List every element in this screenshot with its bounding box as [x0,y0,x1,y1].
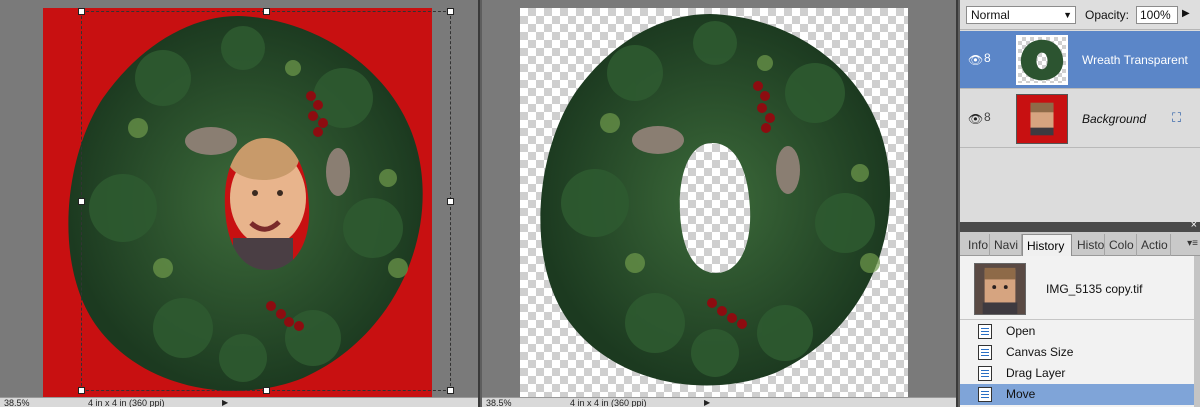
chevron-down-icon: ▼ [1063,10,1072,20]
history-item-open[interactable]: Open [960,321,1194,342]
panel-menu-icon[interactable]: ▾≡ [1187,238,1198,249]
opacity-input[interactable]: 100% [1136,6,1178,24]
status-menu-arrow-icon[interactable]: ▶ [222,398,228,407]
opacity-slider-arrow-icon[interactable]: ▶ [1182,8,1190,19]
transform-handle[interactable] [447,198,454,205]
link-icon[interactable]: 8 [984,110,991,124]
history-scrollbar[interactable] [1194,256,1200,407]
blend-mode-dropdown[interactable]: Normal ▼ [966,6,1076,24]
zoom-level[interactable]: 38.5% [486,398,512,407]
document-status-bar: 38.5% 4 in x 4 in (360 ppi) ▶ [482,397,956,407]
layers-panel-options: Normal ▼ Opacity: 100% ▶ [960,0,1200,30]
tab-color[interactable]: Colo [1105,234,1137,256]
tab-actions[interactable]: Actio [1137,234,1171,256]
document-status-bar: 38.5% 4 in x 4 in (360 ppi) ▶ [0,397,478,407]
canvas-transparent[interactable] [520,8,908,397]
tab-histogram[interactable]: Histo [1073,234,1105,256]
layers-panel-empty-area [960,150,1200,222]
tab-history[interactable]: History [1022,234,1072,256]
history-item-label: Canvas Size [1006,345,1074,359]
transform-handle[interactable] [447,8,454,15]
blend-mode-value: Normal [971,8,1010,22]
document-window-composite[interactable]: 38.5% 4 in x 4 in (360 ppi) ▶ [0,0,480,407]
eye-icon[interactable]: 👁 [968,112,983,126]
lock-icon[interactable]: ⛶ [1172,110,1181,126]
tab-info[interactable]: Info [964,234,990,256]
layer-wreath-transparent[interactable]: 👁 8 Wreath Transparent [960,31,1200,89]
history-item-drag-layer[interactable]: Drag Layer [960,363,1194,384]
history-state-icon [978,366,992,381]
close-icon[interactable]: × [1191,219,1197,231]
move-tool-icon [978,387,992,402]
history-state-icon [978,345,992,360]
history-item-label: Drag Layer [1006,366,1066,380]
panel-tabs: Info Navi History Histo Colo Actio ▾≡ [960,232,1200,256]
history-item-label: Move [1006,387,1036,401]
transform-handle[interactable] [447,387,454,394]
opacity-label: Opacity: [1085,8,1130,22]
layer-name: Background [1082,112,1147,126]
layer-thumbnail [1016,94,1068,144]
panel-header-bar[interactable]: × [960,219,1200,232]
editor-workspace: 38.5% 4 in x 4 in (360 ppi) ▶ 38.5% 4 in… [0,0,1200,407]
history-item-move[interactable]: Move [960,384,1194,405]
history-snapshot[interactable]: IMG_5135 copy.tif [960,256,1194,320]
wreath-transparent-image [540,14,891,386]
zoom-level[interactable]: 38.5% [4,398,30,407]
snapshot-thumbnail [974,263,1026,315]
link-icon[interactable]: 8 [984,51,991,65]
snapshot-name: IMG_5135 copy.tif [1046,282,1143,296]
document-window-transparent[interactable]: 38.5% 4 in x 4 in (360 ppi) ▶ [482,0,958,407]
history-state-icon [978,324,992,339]
layer-thumbnail [1016,35,1068,85]
layer-background[interactable]: 👁 8 Background ⛶ [960,90,1200,148]
layer-name: Wreath Transparent [1082,53,1188,67]
tab-navigator[interactable]: Navi [990,234,1022,256]
eye-icon[interactable]: 👁 [968,53,983,67]
history-item-canvas-size[interactable]: Canvas Size [960,342,1194,363]
history-item-label: Open [1006,324,1036,338]
document-dimensions: 4 in x 4 in (360 ppi) [570,398,647,407]
status-menu-arrow-icon[interactable]: ▶ [704,398,710,407]
wreath-with-child-image [68,16,423,391]
canvas-composite[interactable] [43,8,454,397]
history-list: IMG_5135 copy.tif Open Canvas Size Drag … [960,256,1194,407]
document-dimensions: 4 in x 4 in (360 ppi) [88,398,165,407]
panel-bin: Normal ▼ Opacity: 100% ▶ 👁 8 Wreath Tran… [960,0,1200,407]
